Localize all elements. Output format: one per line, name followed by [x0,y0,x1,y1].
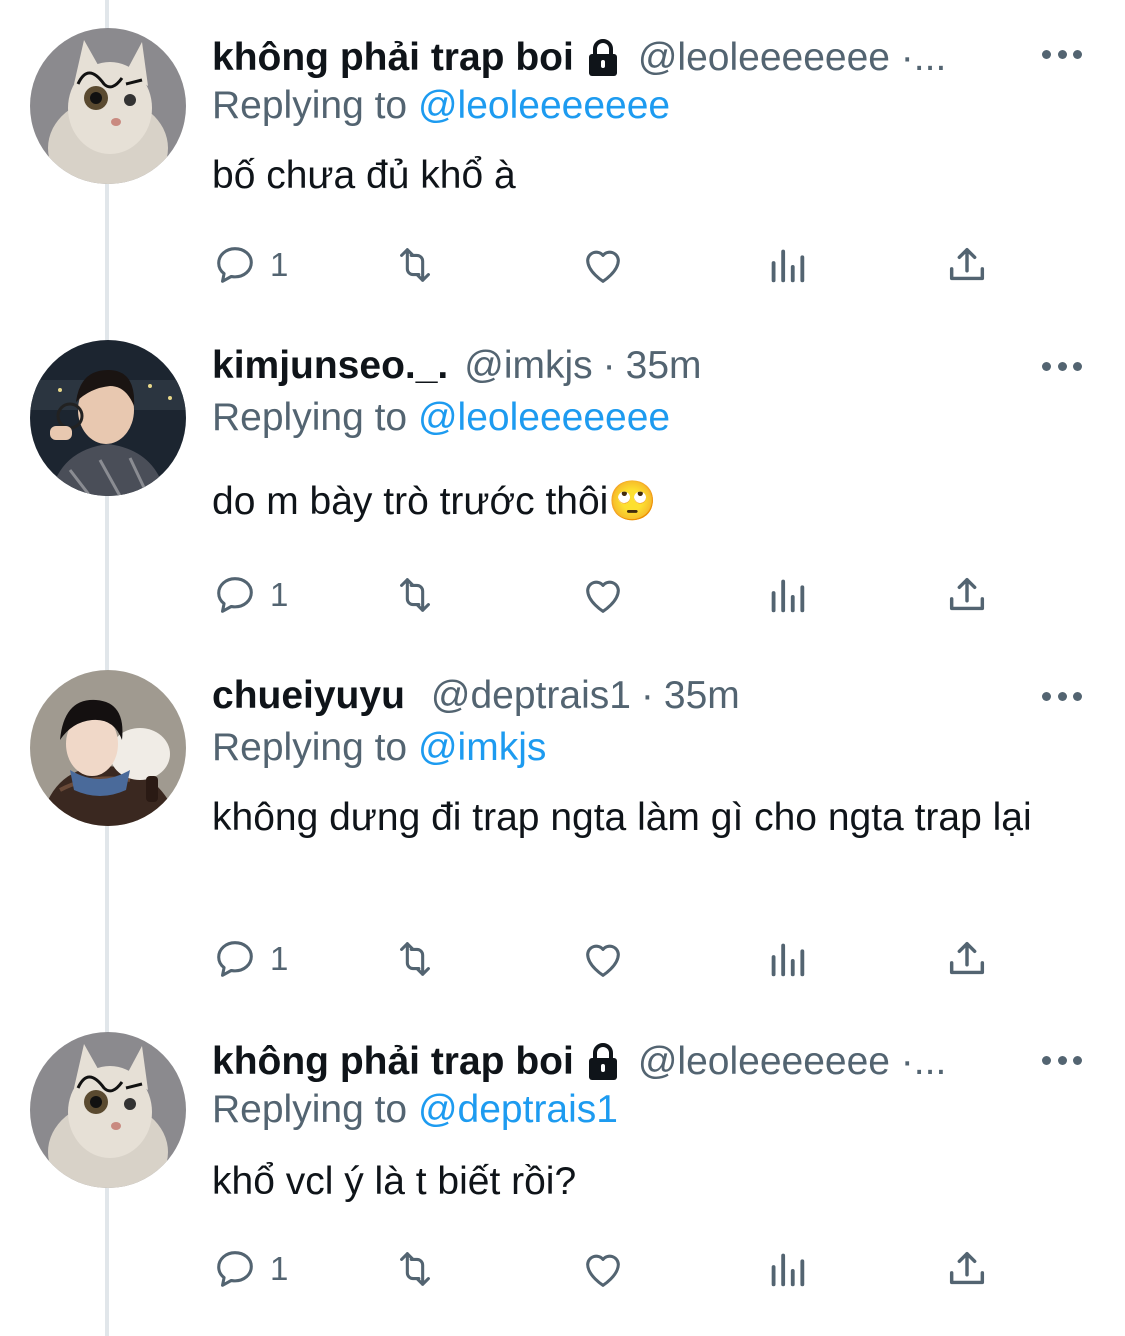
timestamp[interactable]: 35m [626,336,702,396]
replying-to: Replying to @leoleeeeeee [212,80,670,132]
retweet-icon [400,1252,430,1286]
reply-count: 1 [270,246,289,283]
cat-avatar-icon [30,1032,186,1188]
analytics-icon [771,579,805,613]
cat-avatar-icon [30,28,186,184]
tweet-header: không phải trap boi @leoleeeeeee ·... [212,28,946,88]
heart-icon [586,1254,620,1287]
analytics-button[interactable] [764,934,810,984]
reply-button[interactable]: 1 [212,1244,288,1294]
like-button[interactable] [580,240,626,290]
replying-to: Replying to @imkjs [212,722,546,774]
heart-icon [586,250,620,283]
separator-dot: · [640,674,654,717]
tweet-header: chueiyuyu @deptrais1 · 35m [212,666,740,726]
reply-icon [217,247,253,283]
mention-link[interactable]: @leoleeeeeee [418,84,670,127]
share-button[interactable] [944,934,990,984]
avatar[interactable] [30,1032,186,1188]
reply-button[interactable]: 1 [212,570,288,620]
reply-icon [217,941,253,977]
share-icon [949,1251,985,1285]
heart-icon [586,580,620,613]
reply-count: 1 [270,1250,289,1287]
reply-icon [217,1251,253,1287]
analytics-button[interactable] [764,570,810,620]
retweet-button[interactable] [392,934,438,984]
person-with-cat-avatar-icon [30,670,186,826]
analytics-icon [771,1253,805,1287]
handle[interactable]: @leoleeeeeee ·... [638,1032,946,1092]
tweet-text: không dưng đi trap ngta làm gì cho ngta … [212,796,1032,839]
reply-button[interactable]: 1 [212,240,288,290]
heart-icon [586,944,620,977]
replying-prefix: Replying to [212,1088,418,1131]
display-name[interactable]: không phải trap boi [212,1032,574,1092]
lock-icon [588,39,617,76]
mention-link[interactable]: @leoleeeeeee [418,396,670,439]
retweet-button[interactable] [392,240,438,290]
display-name[interactable]: kimjunseo._. [212,336,448,396]
reply-icon [217,577,253,613]
timestamp[interactable]: 35m [664,666,740,726]
share-button[interactable] [944,570,990,620]
analytics-button[interactable] [764,240,810,290]
replying-to: Replying to @deptrais1 [212,1084,618,1136]
reply-count: 1 [270,940,289,977]
replying-prefix: Replying to [212,396,418,439]
like-button[interactable] [580,1244,626,1294]
replying-prefix: Replying to [212,726,418,769]
avatar[interactable] [30,28,186,184]
avatar[interactable] [30,340,186,496]
replying-to: Replying to @leoleeeeeee [212,392,670,444]
mention-link[interactable]: @imkjs [418,726,546,769]
more-options-icon[interactable] [1042,356,1082,376]
share-icon [949,577,985,611]
retweet-button[interactable] [392,1244,438,1294]
replying-prefix: Replying to [212,84,418,127]
reply-button[interactable]: 1 [212,934,288,984]
more-options-icon[interactable] [1042,1050,1082,1070]
action-bar: 1 [212,240,1012,290]
separator-dot: · [602,344,616,387]
share-icon [949,247,985,281]
share-button[interactable] [944,1244,990,1294]
lock-icon [588,1043,617,1080]
more-options-icon[interactable] [1042,44,1082,64]
display-name[interactable]: không phải trap boi [212,28,574,88]
tweet-header: không phải trap boi @leoleeeeeee ·... [212,1032,946,1092]
tweet-text: bố chưa đủ khổ à [212,154,516,197]
retweet-icon [400,248,430,282]
like-button[interactable] [580,934,626,984]
avatar[interactable] [30,670,186,826]
retweet-button[interactable] [392,570,438,620]
retweet-icon [400,578,430,612]
analytics-icon [771,249,805,283]
more-options-icon[interactable] [1042,686,1082,706]
share-button[interactable] [944,240,990,290]
man-with-glasses-avatar-icon [30,340,186,496]
tweet-text: do m bày trò trước thôi🙄 [212,480,657,523]
reply-count: 1 [270,576,289,613]
display-name[interactable]: chueiyuyu [212,666,405,726]
mention-link[interactable]: @deptrais1 [418,1088,618,1131]
share-icon [949,941,985,975]
action-bar: 1 [212,570,1012,620]
retweet-icon [400,942,430,976]
action-bar: 1 [212,934,1012,984]
handle[interactable]: @deptrais1 [431,666,631,726]
analytics-icon [771,943,805,977]
handle[interactable]: @leoleeeeeee ·... [638,28,946,88]
handle[interactable]: @imkjs [464,336,592,396]
analytics-button[interactable] [764,1244,810,1294]
tweet-text: khổ vcl ý là t biết rồi? [212,1160,577,1203]
like-button[interactable] [580,570,626,620]
action-bar: 1 [212,1244,1012,1294]
tweet-header: kimjunseo._. @imkjs · 35m [212,336,702,396]
